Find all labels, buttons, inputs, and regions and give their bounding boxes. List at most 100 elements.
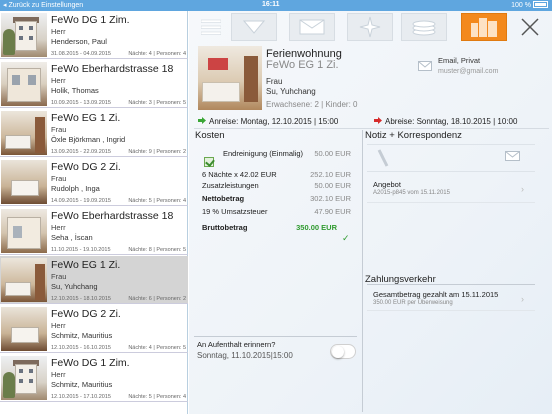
close-icon bbox=[521, 18, 539, 36]
item-salutation: Herr bbox=[51, 76, 66, 85]
departure-text: Abreise: Sonntag, 18.10.2015 | 10:00 bbox=[385, 117, 518, 126]
list-item[interactable]: FeWo DG 2 Zi. Frau Rudolph , Inga 14.09.… bbox=[0, 158, 188, 206]
list-item[interactable]: FeWo EG 1 Zi. Frau Öxle Björkman , Ingri… bbox=[0, 109, 188, 157]
item-name: Rudolph , Inga bbox=[51, 184, 100, 193]
list-item[interactable]: FeWo DG 2 Zi. Herr Schmitz, Mauritius 12… bbox=[0, 305, 188, 353]
item-salutation: Frau bbox=[51, 174, 67, 183]
properties-button[interactable] bbox=[461, 13, 507, 41]
costs-heading: Kosten bbox=[195, 130, 225, 141]
arrival-arrow-icon bbox=[198, 117, 206, 124]
divider bbox=[367, 284, 535, 285]
list-item-selected[interactable]: FeWo EG 1 Zi. Frau Su, Yuhchang 12.10.20… bbox=[0, 256, 188, 304]
guest-salutation: Frau bbox=[266, 77, 283, 86]
status-bar: ◂ Zurück zu Einstellungen 16:11 100 % bbox=[0, 0, 552, 11]
offer-subtitle: A2015-p845 vom 15.11.2015 bbox=[373, 190, 450, 196]
divider bbox=[367, 202, 535, 203]
item-salutation: Frau bbox=[51, 272, 67, 281]
net-label: Nettobetrag bbox=[202, 194, 245, 203]
divider bbox=[194, 336, 357, 337]
item-name: Öxle Björkman , Ingrid bbox=[51, 135, 126, 144]
cleaning-checkbox[interactable] bbox=[204, 157, 214, 167]
back-label: Zurück zu Einstellungen bbox=[8, 2, 84, 9]
item-salutation: Herr bbox=[51, 321, 66, 330]
payment-subtitle: 350.00 EUR per Überweisung bbox=[373, 300, 453, 306]
extras-label: Zusatzleistungen bbox=[202, 181, 259, 190]
item-title: FeWo DG 2 Zi. bbox=[51, 161, 121, 173]
chevron-right-icon: › bbox=[521, 184, 524, 194]
list-item[interactable]: FeWo Eberhardstrasse 18 Herr Seha , İsca… bbox=[0, 207, 188, 255]
nights-value: 252.10 EUR bbox=[310, 170, 351, 179]
battery-percent: 100 % bbox=[511, 2, 531, 9]
close-button[interactable] bbox=[513, 13, 547, 41]
item-counts: Nächte: 4 | Personen: 4 bbox=[128, 51, 186, 57]
back-to-settings-link[interactable]: ◂ Zurück zu Einstellungen bbox=[3, 1, 83, 9]
item-name: Henderson, Paul bbox=[51, 37, 107, 46]
payment-title[interactable]: Gesamtbetrag gezahlt am 15.11.2015 bbox=[373, 290, 498, 299]
item-title: FeWo Eberhardstrasse 18 bbox=[51, 63, 174, 75]
guest-count: Erwachsene: 2 | Kinder: 0 bbox=[266, 100, 358, 109]
property-thumbnail bbox=[1, 258, 47, 302]
email-type: Email, Privat bbox=[438, 56, 481, 65]
envelope-icon[interactable] bbox=[505, 151, 520, 161]
item-salutation: Herr bbox=[51, 223, 66, 232]
menu-button[interactable] bbox=[193, 13, 229, 41]
property-thumbnail bbox=[1, 356, 47, 400]
item-name: Holik, Thomas bbox=[51, 86, 99, 95]
item-salutation: Frau bbox=[51, 125, 67, 134]
download-button[interactable] bbox=[231, 13, 277, 41]
item-counts: Nächte: 5 | Personen: 4 bbox=[128, 394, 186, 400]
notes-heading: Notiz + Korrespondenz bbox=[365, 130, 462, 141]
item-title: FeWo Eberhardstrasse 18 bbox=[51, 210, 174, 222]
item-counts: Nächte: 3 | Personen: 5 bbox=[128, 100, 186, 106]
departure: Abreise: Sonntag, 18.10.2015 | 10:00 bbox=[374, 117, 517, 126]
offer-title[interactable]: Angebot bbox=[373, 180, 401, 189]
item-title: FeWo DG 1 Zim. bbox=[51, 357, 130, 369]
item-name: Seha , İscan bbox=[51, 233, 93, 242]
email-address[interactable]: muster@gmail.com bbox=[438, 68, 498, 75]
item-salutation: Herr bbox=[51, 370, 66, 379]
toolbar bbox=[189, 11, 552, 44]
list-item[interactable]: FeWo DG 1 Zim. Herr Henderson, Paul 31.0… bbox=[0, 11, 188, 59]
envelope-icon[interactable] bbox=[418, 61, 432, 71]
net-value: 302.10 EUR bbox=[310, 194, 351, 203]
reminder-datetime[interactable]: Sonntag, 11.10.2015|15:00 bbox=[197, 351, 293, 360]
clock: 16:11 bbox=[262, 1, 280, 8]
item-counts: Nächte: 9 | Personen: 2 bbox=[128, 149, 186, 155]
cleaning-value: 50.00 EUR bbox=[314, 149, 351, 158]
item-dates: 14.09.2015 - 19.09.2015 bbox=[51, 198, 111, 204]
property-unit: FeWo EG 1 Zi. bbox=[266, 59, 339, 71]
item-counts: Nächte: 8 | Personen: 5 bbox=[128, 247, 186, 253]
item-dates: 10.09.2015 - 13.09.2015 bbox=[51, 100, 111, 106]
vat-label: 19 % Umsatzsteuer bbox=[202, 207, 268, 216]
payments-button[interactable] bbox=[401, 13, 447, 41]
item-dates: 13.09.2015 - 22.09.2015 bbox=[51, 149, 111, 155]
item-dates: 31.08.2015 - 04.09.2015 bbox=[51, 51, 111, 57]
coins-icon bbox=[412, 20, 436, 36]
list-item[interactable]: FeWo Eberhardstrasse 18 Herr Holik, Thom… bbox=[0, 60, 188, 108]
arrival: Anreise: Montag, 12.10.2015 | 15:00 bbox=[198, 117, 338, 126]
column-divider bbox=[362, 130, 363, 412]
divider bbox=[194, 128, 549, 129]
guest-name: Su, Yuhchang bbox=[266, 87, 316, 96]
checkmark-icon: ✓ bbox=[342, 233, 350, 243]
property-thumbnail bbox=[1, 160, 47, 204]
reminder-question: An Aufenthalt erinnern? bbox=[197, 340, 276, 349]
battery-icon bbox=[533, 1, 548, 8]
down-arrow-icon bbox=[243, 20, 265, 34]
property-photo bbox=[198, 46, 262, 110]
item-dates: 12.10.2015 - 16.10.2015 bbox=[51, 345, 111, 351]
vat-value: 47.90 EUR bbox=[314, 207, 351, 216]
property-thumbnail bbox=[1, 62, 47, 106]
email-button[interactable] bbox=[289, 13, 335, 41]
reminder-toggle[interactable] bbox=[330, 344, 356, 359]
property-thumbnail bbox=[1, 111, 47, 155]
toggle-knob bbox=[332, 346, 344, 358]
list-item[interactable]: FeWo DG 1 Zim. Herr Schmitz, Mauritius 1… bbox=[0, 354, 188, 402]
nights-label: 6 Nächte x 42.02 EUR bbox=[202, 170, 277, 179]
item-name: Schmitz, Mauritius bbox=[51, 331, 113, 340]
gross-label: Bruttobetrag bbox=[202, 223, 248, 232]
star-icon bbox=[359, 16, 381, 38]
favorite-button[interactable] bbox=[347, 13, 393, 41]
battery-indicator: 100 % bbox=[511, 1, 548, 9]
pen-icon[interactable] bbox=[377, 149, 389, 167]
